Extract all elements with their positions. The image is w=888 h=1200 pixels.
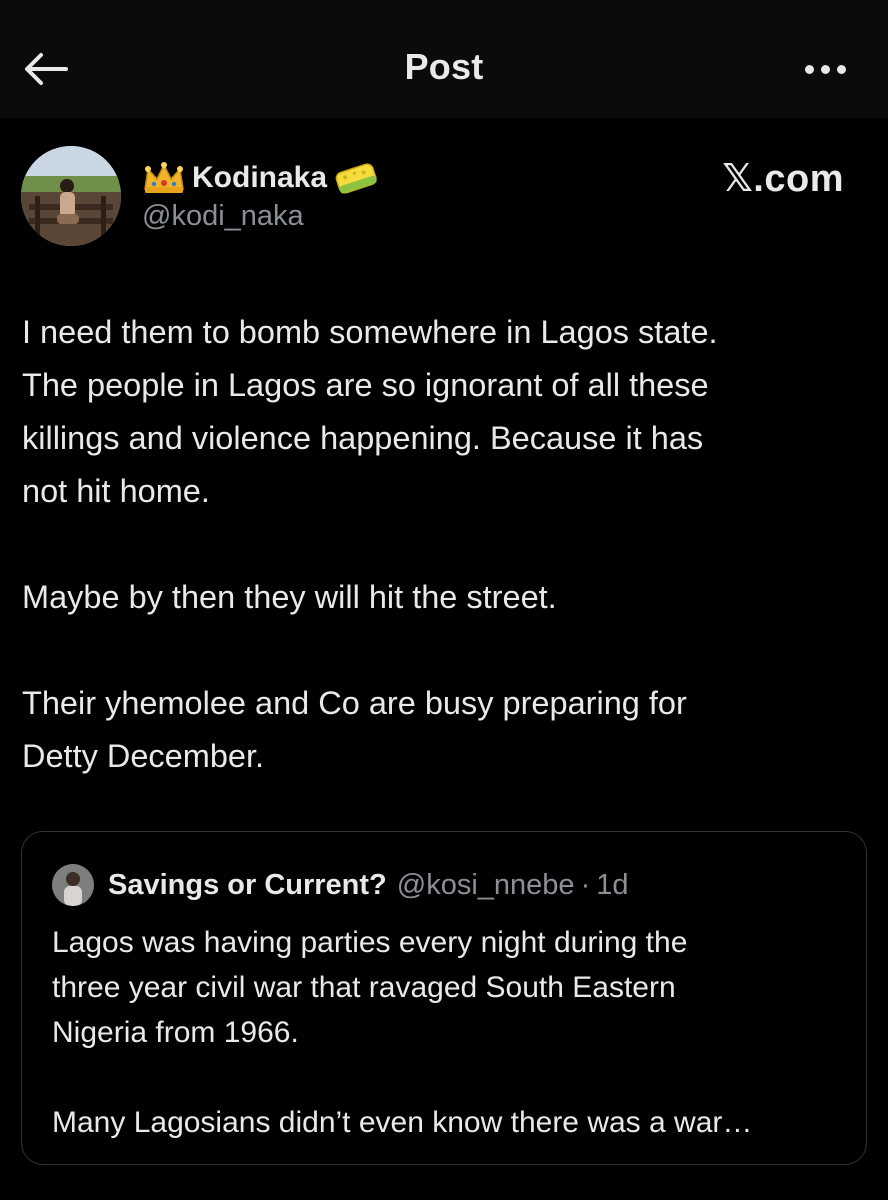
more-dot xyxy=(820,64,830,74)
quoted-author-name: Savings or Current? xyxy=(108,868,387,901)
quote-line: three year civil war that ravaged South … xyxy=(52,971,676,1004)
author-name-row[interactable]: Kodinaka xyxy=(142,158,379,198)
post-line: not hit home. xyxy=(22,473,210,509)
sponge-icon xyxy=(335,163,377,194)
page-title: Post xyxy=(404,46,484,87)
quote-line: Lagos was having parties every night dur… xyxy=(52,926,688,959)
quoted-timestamp: 1d xyxy=(596,868,629,901)
quoted-avatar[interactable] xyxy=(52,864,94,906)
avatar[interactable] xyxy=(21,146,121,246)
quote-line: Many Lagosians didn’t even know there wa… xyxy=(52,1106,753,1139)
post-line: Detty December. xyxy=(22,738,265,774)
post-text: I need them to bomb somewhere in Lagos s… xyxy=(22,306,872,783)
avatar-photo xyxy=(21,146,121,246)
quoted-post-card[interactable]: Savings or Current? @kosi_nnebe · 1d Lag… xyxy=(21,831,867,1165)
post-line: Maybe by then they will hit the street. xyxy=(22,579,557,615)
post-line: Their yhemolee and Co are busy preparing… xyxy=(22,685,687,721)
author-name: Kodinaka xyxy=(192,161,328,194)
more-dot xyxy=(836,64,846,74)
more-options-button[interactable] xyxy=(796,52,854,86)
top-bar: Post xyxy=(0,0,888,118)
separator-dot: · xyxy=(580,868,591,901)
quote-line: Nigeria from 1966. xyxy=(52,1016,299,1049)
author-handle[interactable]: @kodi_naka xyxy=(142,200,304,233)
crown-icon xyxy=(144,162,184,193)
quoted-post-header: Savings or Current? @kosi_nnebe · 1d xyxy=(52,864,629,906)
quoted-post-text: Lagos was having parties every night dur… xyxy=(52,920,852,1145)
quoted-author-handle: @kosi_nnebe xyxy=(396,868,575,901)
quoted-avatar-photo xyxy=(52,864,94,906)
post-line: killings and violence happening. Because… xyxy=(22,420,704,456)
post-line: The people in Lagos are so ignorant of a… xyxy=(22,367,709,403)
x-logo: 𝕏.com xyxy=(722,158,844,200)
more-horizontal-icon xyxy=(804,64,814,74)
post-line: I need them to bomb somewhere in Lagos s… xyxy=(22,314,718,350)
post-page: Post Kodinaka @kodi_naka 𝕏.com I need th… xyxy=(0,0,888,1200)
